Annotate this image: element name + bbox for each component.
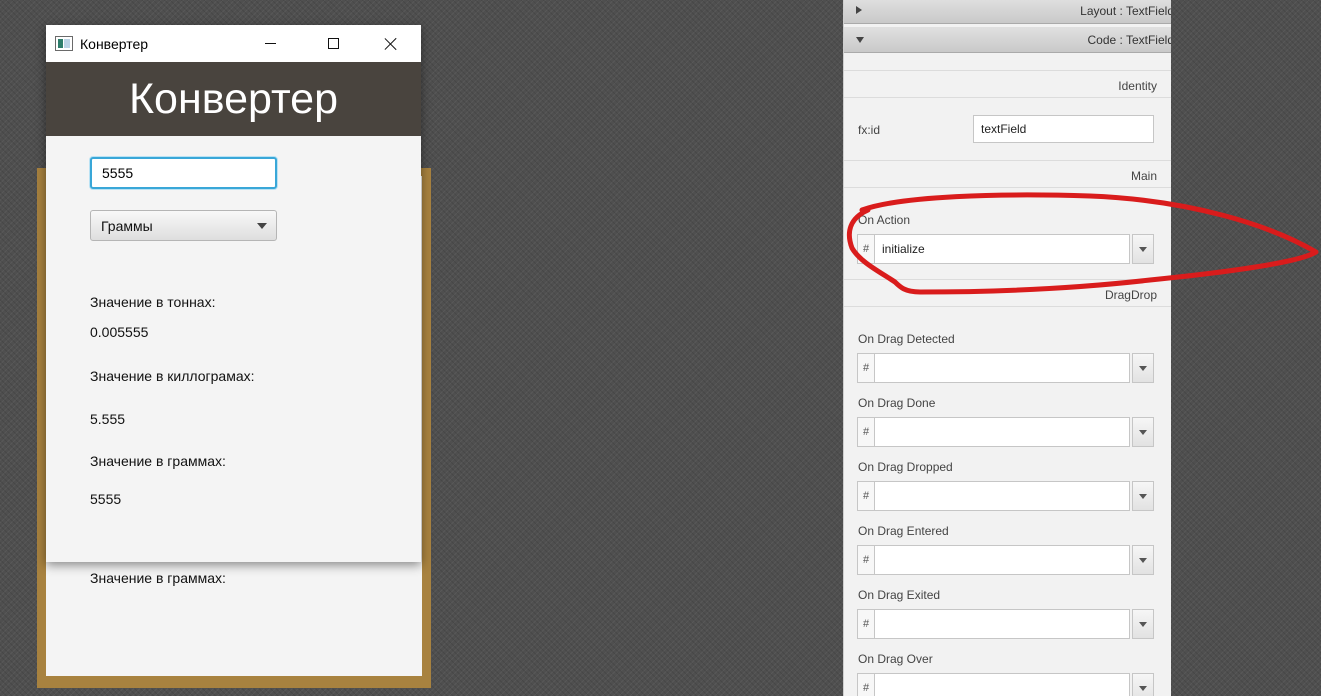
- window-title: Конвертер: [80, 36, 149, 52]
- maximize-icon: [327, 38, 339, 49]
- handler-label: On Drag Entered: [858, 524, 949, 538]
- layout-accordion-label: Layout : TextField: [1080, 4, 1171, 18]
- unit-select[interactable]: Граммы: [90, 210, 277, 241]
- grams-value: 5555: [90, 491, 122, 507]
- tons-value: 0.005555: [90, 324, 149, 340]
- code-accordion-label: Code : TextField: [1087, 33, 1172, 47]
- hash-icon: #: [857, 234, 875, 264]
- on-drag-over-handler: #: [857, 673, 1155, 696]
- handler-label: On Drag Detected: [858, 332, 955, 346]
- handler-dropdown[interactable]: [1132, 481, 1154, 511]
- inspector-panel: Layout : TextField Code : TextField Iden…: [843, 0, 1171, 696]
- handler-field[interactable]: [874, 545, 1130, 575]
- on-action-handler: # initialize: [857, 234, 1155, 264]
- handler-dropdown[interactable]: [1132, 353, 1154, 383]
- hash-icon: #: [857, 545, 875, 575]
- dragdrop-section: DragDrop: [844, 279, 1171, 307]
- grams-label: Значение в граммах:: [90, 453, 226, 469]
- on-action-dropdown[interactable]: [1132, 234, 1154, 264]
- on-drag-dropped-handler: #: [857, 481, 1155, 511]
- on-drag-detected-handler: #: [857, 353, 1155, 383]
- main-section-label: Main: [1130, 169, 1157, 183]
- handler-field[interactable]: [874, 417, 1130, 447]
- handler-label: On Drag Over: [858, 652, 933, 666]
- handler-label: On Drag Dropped: [858, 460, 953, 474]
- hash-icon: #: [857, 673, 875, 696]
- handler-field[interactable]: [874, 353, 1130, 383]
- handler-label: On Drag Exited: [858, 588, 941, 602]
- value-input[interactable]: [90, 157, 277, 189]
- kilograms-value: 5.555: [90, 411, 126, 427]
- chevron-down-icon: [257, 223, 267, 229]
- fxid-label: fx:id: [858, 123, 881, 137]
- code-accordion-header[interactable]: Code : TextField: [844, 27, 1171, 53]
- layout-accordion-header[interactable]: Layout : TextField: [844, 0, 1171, 24]
- minimize-button[interactable]: [247, 25, 293, 62]
- handler-dropdown[interactable]: [1132, 417, 1154, 447]
- hash-icon: #: [857, 609, 875, 639]
- hash-icon: #: [857, 481, 875, 511]
- collapse-arrow-icon: [856, 37, 864, 43]
- close-button[interactable]: [368, 25, 414, 62]
- handler-field[interactable]: [874, 673, 1130, 696]
- tons-label: Значение в тоннах:: [90, 294, 216, 310]
- handler-field[interactable]: [874, 609, 1130, 639]
- page-title: Конвертер: [129, 74, 338, 123]
- on-action-label: On Action: [858, 213, 911, 227]
- dragdrop-section-label: DragDrop: [1104, 288, 1157, 302]
- handler-dropdown[interactable]: [1132, 609, 1154, 639]
- unit-select-value: Граммы: [101, 217, 153, 234]
- kilograms-label: Значение в киллограмах:: [90, 368, 255, 384]
- handler-dropdown[interactable]: [1132, 545, 1154, 575]
- handler-field[interactable]: [874, 481, 1130, 511]
- main-section: Main: [844, 160, 1171, 188]
- canvas-grams-label: Значение в граммах:: [90, 570, 226, 586]
- identity-section: Identity: [844, 70, 1171, 98]
- window-titlebar[interactable]: Конвертер: [46, 25, 421, 62]
- minimize-icon: [264, 43, 276, 44]
- on-drag-exited-handler: #: [857, 609, 1155, 639]
- expand-arrow-icon: [856, 6, 862, 14]
- app-header: Конвертер: [46, 62, 421, 136]
- on-action-field[interactable]: initialize: [874, 234, 1130, 264]
- close-icon: [384, 37, 398, 51]
- on-drag-entered-handler: #: [857, 545, 1155, 575]
- app-icon: [55, 36, 73, 51]
- hash-icon: #: [857, 417, 875, 447]
- on-drag-done-handler: #: [857, 417, 1155, 447]
- maximize-button[interactable]: [310, 25, 356, 62]
- identity-section-label: Identity: [1118, 79, 1157, 93]
- handler-label: On Drag Done: [858, 396, 936, 410]
- hash-icon: #: [857, 353, 875, 383]
- fxid-input[interactable]: [973, 115, 1154, 143]
- preview-window: Конвертер Конвертер Граммы Значение в то…: [46, 25, 421, 562]
- handler-dropdown[interactable]: [1132, 673, 1154, 696]
